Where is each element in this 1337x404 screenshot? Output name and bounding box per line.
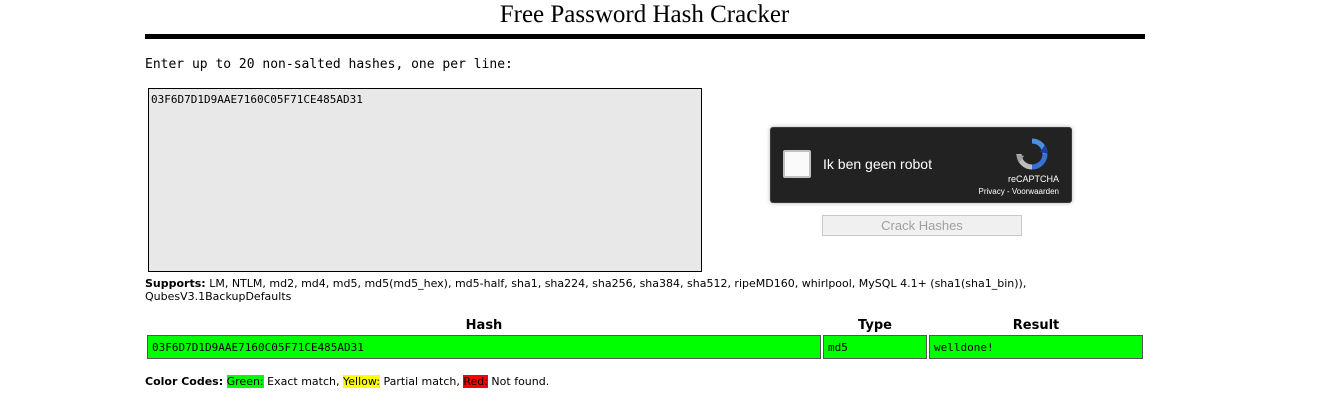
yellow-code: Yellow:: [343, 375, 380, 388]
supports-list: LM, NTLM, md2, md4, md5, md5(md5_hex), m…: [145, 277, 1027, 303]
green-code: Green:: [226, 375, 264, 388]
yellow-description: Partial match,: [379, 375, 464, 388]
red-code: Red:: [463, 375, 488, 388]
privacy-link[interactable]: Privacy: [979, 187, 1005, 196]
result-column-header: Result: [1012, 317, 1060, 333]
color-codes-legend: Color Codes: Green: Exact match, Yellow:…: [145, 375, 549, 388]
recaptcha-icon: [1016, 138, 1048, 170]
recaptcha-brand: reCAPTCHA: [1007, 174, 1059, 184]
recaptcha-links: Privacy - Voorwaarden: [979, 187, 1060, 196]
crack-hashes-button[interactable]: Crack Hashes: [822, 215, 1022, 236]
recaptcha-label: Ik ben geen robot: [823, 156, 932, 172]
recaptcha-checkbox[interactable]: [783, 150, 811, 178]
hash-input[interactable]: 03F6D7D1D9AAE7160C05F71CE485AD31: [148, 88, 702, 272]
type-column-header: Type: [858, 317, 892, 333]
hash-column-header: Hash: [465, 317, 503, 333]
color-codes-label: Color Codes:: [145, 375, 224, 388]
title-divider: [145, 34, 1145, 39]
result-value-cell: welldone!: [929, 335, 1143, 359]
supports-label: Supports:: [145, 277, 206, 290]
green-description: Exact match,: [263, 375, 343, 388]
instructions-text: Enter up to 20 non-salted hashes, one pe…: [145, 57, 513, 72]
terms-link[interactable]: Voorwaarden: [1012, 187, 1059, 196]
recaptcha-widget: Ik ben geen robot reCAPTCHA Privacy - Vo…: [770, 127, 1072, 203]
table-row: 03F6D7D1D9AAE7160C05F71CE485AD31 md5 wel…: [147, 335, 1143, 359]
links-separator: -: [1004, 187, 1012, 196]
results-header-row: Hash Type Result: [147, 317, 1143, 333]
red-description: Not found.: [487, 375, 550, 388]
result-hash-cell: 03F6D7D1D9AAE7160C05F71CE485AD31: [147, 335, 821, 359]
page-title: Free Password Hash Cracker: [499, 1, 790, 28]
result-type-cell: md5: [823, 335, 927, 359]
results-table: Hash Type Result 03F6D7D1D9AAE7160C05F71…: [145, 315, 1145, 361]
supports-text: Supports: LM, NTLM, md2, md4, md5, md5(m…: [145, 277, 1105, 303]
